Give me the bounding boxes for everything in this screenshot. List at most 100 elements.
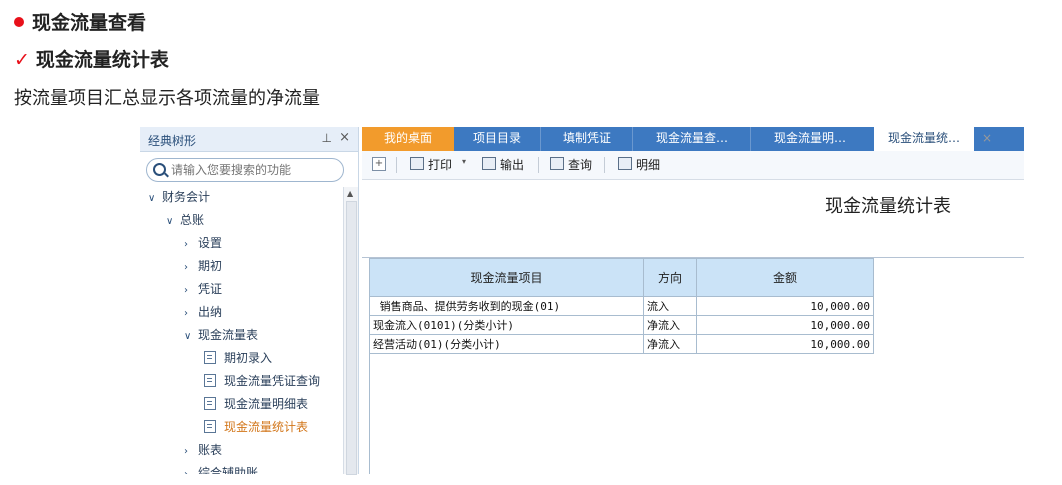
cell-amount[interactable]: 10,000.00 — [696, 334, 874, 354]
column-header-amount[interactable]: 金额 — [696, 258, 874, 297]
query-button[interactable]: 查询 — [550, 157, 592, 173]
heading-cash-flow-stats-text: 现金流量统计表 — [35, 49, 169, 71]
description-text: 按流量项目汇总显示各项流量的净流量 — [14, 88, 320, 109]
scroll-up-icon[interactable]: ▲ — [347, 189, 353, 198]
tree-item-label: 现金流量明细表 — [224, 397, 309, 411]
query-icon — [550, 157, 564, 170]
print-label: 打印 — [428, 158, 453, 172]
chevron-right-icon: › — [184, 239, 188, 250]
toolbar-separator — [396, 157, 397, 173]
column-header-direction[interactable]: 方向 — [643, 258, 697, 297]
report-table: 现金流量项目 方向 金额 销售商品、提供劳务收到的现金(01) 流入 10,00… — [369, 258, 874, 354]
search-input[interactable] — [169, 161, 341, 179]
toolbar-separator — [604, 157, 605, 173]
tree-item-voucher[interactable]: › 凭证 — [184, 279, 222, 299]
search-box[interactable] — [146, 158, 344, 182]
tree-item-stats-report[interactable]: 现金流量统计表 — [204, 417, 308, 437]
tree-item-label: 期初录入 — [224, 351, 273, 365]
print-dropdown-icon[interactable]: ▾ — [462, 157, 466, 166]
pin-icon[interactable]: ⊥ — [322, 131, 332, 145]
tree-item-opening-entry[interactable]: 期初录入 — [204, 348, 272, 368]
app-window: 经典树形 ⊥ × ∨ 财务会计 ∨ 总账 › 设置 › 期初 › 凭证 › 出纳 ∨ 现金流量… — [140, 127, 1024, 475]
toolbar-separator — [538, 157, 539, 173]
document-icon — [204, 374, 216, 387]
chevron-right-icon: › — [184, 465, 198, 474]
tree-item-label: 现金流量表 — [198, 328, 259, 342]
tree-item-cashier[interactable]: › 出纳 — [184, 302, 222, 322]
chevron-right-icon: › — [184, 262, 188, 273]
tab-cash-flow-stats[interactable]: 现金流量统… × — [874, 127, 992, 151]
table-header-row: 现金流量项目 方向 金额 — [369, 258, 874, 297]
chevron-down-icon: ∨ — [184, 331, 192, 342]
detail-icon — [618, 157, 632, 170]
tree-item-label: 现金流量凭证查询 — [224, 374, 321, 388]
chevron-right-icon: › — [184, 446, 188, 457]
tree-item-label: 账表 — [198, 443, 223, 457]
tree-item-detail-report[interactable]: 现金流量明细表 — [204, 394, 308, 414]
tree-item-label: 凭证 — [198, 282, 223, 296]
chevron-right-icon: › — [184, 285, 188, 296]
export-label: 输出 — [500, 158, 525, 172]
export-button[interactable]: 输出 — [482, 157, 524, 173]
heading-cash-flow-stats: ✓ 现金流量统计表 — [14, 45, 169, 72]
tree-item-label: 财务会计 — [162, 190, 211, 204]
detail-label: 明细 — [636, 158, 661, 172]
cell-amount[interactable]: 10,000.00 — [696, 315, 874, 335]
heading-cash-flow-view: 现金流量查看 — [14, 8, 146, 35]
chevron-down-icon: ∨ — [166, 216, 174, 227]
cell-direction[interactable]: 净流入 — [643, 334, 697, 354]
add-icon[interactable]: + — [372, 157, 386, 171]
chevron-right-icon: › — [184, 308, 188, 319]
close-tab-icon[interactable]: × — [982, 127, 992, 149]
sidebar-scrollbar[interactable]: ▲ — [343, 187, 358, 475]
cell-item[interactable]: 经营活动(01)(分类小计) — [369, 334, 644, 354]
tab-fill-voucher[interactable]: 填制凭证 — [540, 127, 633, 151]
tree-item-ledgers[interactable]: › 账表 — [184, 440, 222, 460]
cell-amount[interactable]: 10,000.00 — [696, 296, 874, 316]
tree-item-cash-flow[interactable]: ∨ 现金流量表 — [184, 325, 258, 345]
tree-item-voucher-query[interactable]: 现金流量凭证查询 — [204, 371, 320, 391]
document-icon — [204, 397, 216, 410]
tree-item-general-ledger[interactable]: ∨ 总账 — [166, 210, 204, 230]
search-icon — [153, 163, 166, 176]
tab-project-catalog[interactable]: 项目目录 — [454, 127, 540, 151]
sidebar: 经典树形 ⊥ × ∨ 财务会计 ∨ 总账 › 设置 › 期初 › 凭证 › 出纳 ∨ 现金流量… — [140, 127, 359, 475]
tree-item-label: 现金流量统计表 — [224, 420, 309, 434]
table-left-border — [369, 347, 370, 474]
table-row[interactable]: 销售商品、提供劳务收到的现金(01) 流入 10,000.00 — [369, 296, 874, 316]
tree-item-aux-ledger[interactable]: ›综合辅助账 — [184, 463, 258, 474]
tab-desktop[interactable]: 我的桌面 — [362, 127, 454, 151]
close-icon[interactable]: × — [339, 130, 350, 145]
sidebar-header: 经典树形 ⊥ × — [140, 127, 358, 152]
column-header-item[interactable]: 现金流量项目 — [369, 258, 644, 297]
tab-bar: 我的桌面 项目目录 填制凭证 现金流量查… 现金流量明… 现金流量统… × — [362, 127, 1024, 151]
tree-item-finance[interactable]: ∨ 财务会计 — [148, 187, 210, 207]
table-row[interactable]: 现金流入(0101)(分类小计) 净流入 10,000.00 — [369, 315, 874, 335]
scroll-thumb[interactable] — [346, 201, 357, 475]
cell-item[interactable]: 销售商品、提供劳务收到的现金(01) — [369, 296, 644, 316]
printer-icon — [410, 157, 424, 170]
checkmark-icon: ✓ — [14, 49, 30, 71]
print-button[interactable]: 打印 — [410, 157, 452, 173]
tree-item-label: 设置 — [198, 236, 223, 250]
cell-direction[interactable]: 流入 — [643, 296, 697, 316]
report-title: 现金流量统计表 — [825, 196, 951, 217]
tree-item-settings[interactable]: › 设置 — [184, 233, 222, 253]
detail-button[interactable]: 明细 — [618, 157, 660, 173]
heading-cash-flow-view-text: 现金流量查看 — [32, 12, 147, 34]
tree-item-label: 总账 — [180, 213, 205, 227]
chevron-down-icon: ∨ — [148, 193, 156, 204]
tree-item-opening[interactable]: › 期初 — [184, 256, 222, 276]
tree-item-label: 期初 — [198, 259, 223, 273]
red-bullet-icon — [14, 16, 24, 27]
document-icon — [204, 420, 216, 433]
tab-cash-flow-query[interactable]: 现金流量查… — [632, 127, 751, 151]
cell-item[interactable]: 现金流入(0101)(分类小计) — [369, 315, 644, 335]
tab-cash-flow-detail[interactable]: 现金流量明… — [750, 127, 869, 151]
cell-direction[interactable]: 净流入 — [643, 315, 697, 335]
tree-item-label: 出纳 — [198, 305, 223, 319]
export-icon — [482, 157, 496, 170]
tree-item-label: 综合辅助账 — [198, 466, 259, 474]
table-row[interactable]: 经营活动(01)(分类小计) 净流入 10,000.00 — [369, 334, 874, 354]
toolbar: + 打印 ▾ 输出 查询 明细 — [362, 151, 1024, 180]
